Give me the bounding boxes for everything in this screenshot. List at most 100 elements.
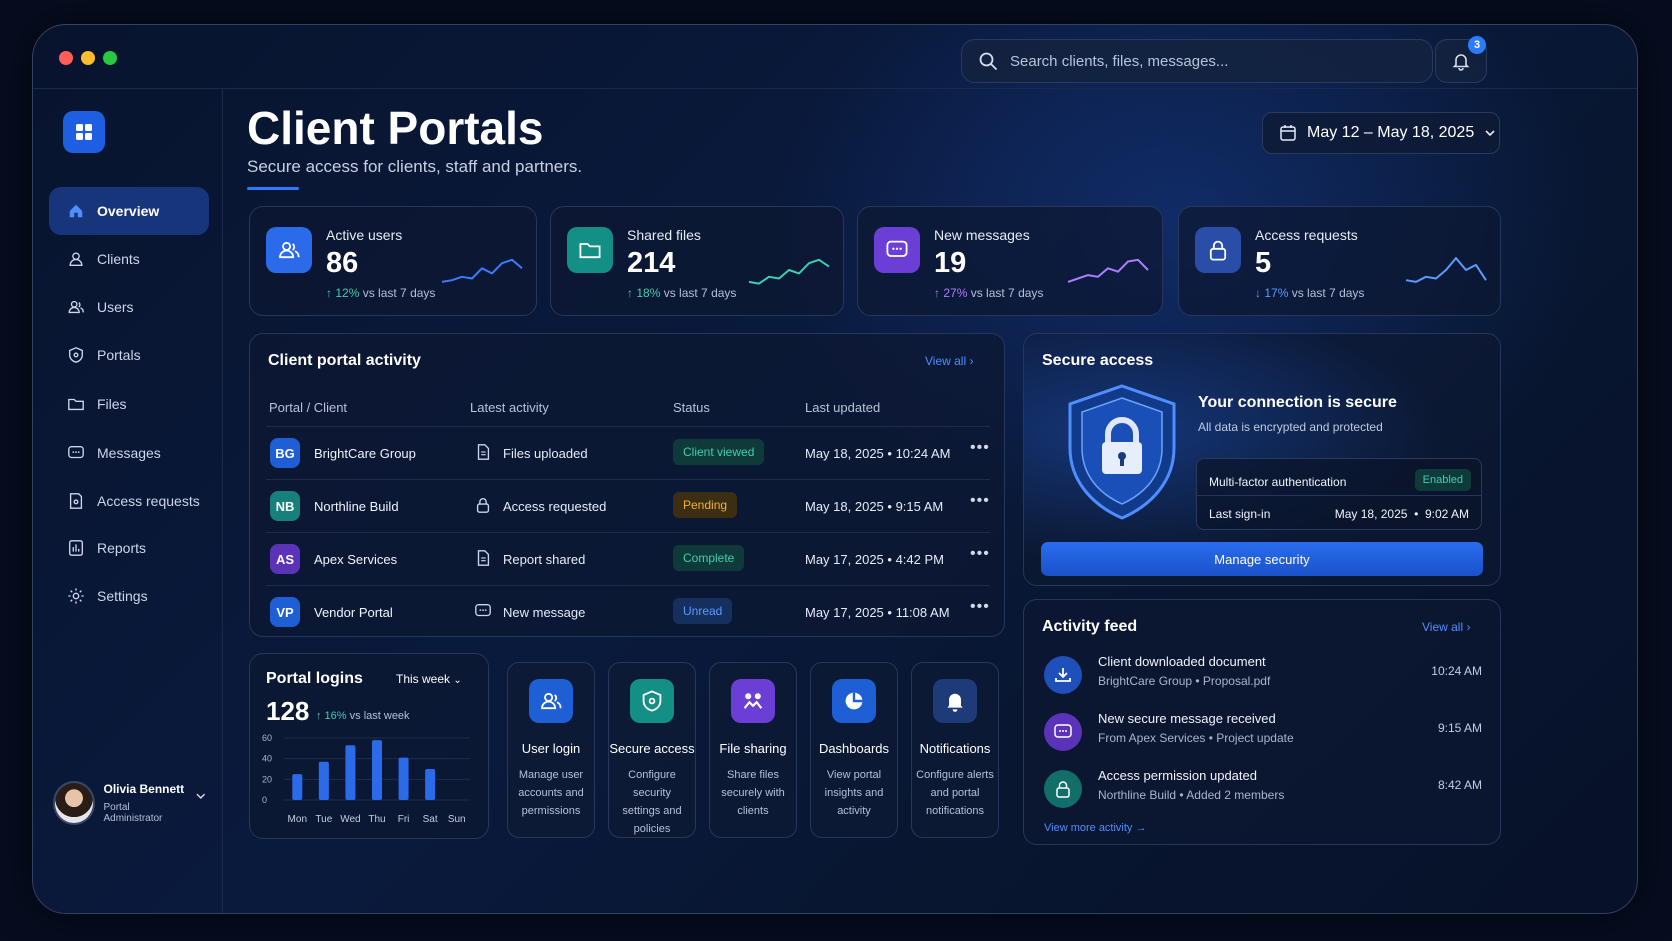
client-name[interactable]: Vendor Portal xyxy=(314,605,393,620)
sidebar-item-portals[interactable]: Portals xyxy=(49,331,209,379)
calendar-icon xyxy=(1280,125,1296,141)
logins-delta: ↑ 16% vs last week xyxy=(316,710,410,722)
feed-item[interactable]: Client downloaded document BrightCare Gr… xyxy=(1042,652,1482,708)
notifications-button[interactable]: 3 xyxy=(1435,36,1487,83)
date-range-picker[interactable]: May 12 – May 18, 2025 xyxy=(1262,112,1500,154)
stat-card-access-requests[interactable]: Access requests 5 ↓ 17% vs last 7 days xyxy=(1178,206,1501,316)
latest-activity: New message xyxy=(503,605,586,620)
avatar xyxy=(53,781,96,825)
table-row[interactable]: VP Vendor Portal New message Unread May … xyxy=(266,585,990,638)
date-range-label: May 12 – May 18, 2025 xyxy=(1307,124,1475,141)
last-updated: May 17, 2025 • 11:08 AM xyxy=(805,605,950,620)
file-icon xyxy=(477,444,490,460)
more-options-icon[interactable]: ••• xyxy=(970,545,990,563)
last-signin-label: Last sign-in xyxy=(1209,507,1271,521)
feed-icon-circle xyxy=(1044,713,1082,751)
message-icon xyxy=(886,240,908,257)
status-badge: Complete xyxy=(673,545,745,571)
feature-icon-box xyxy=(731,679,775,723)
feed-view-all-link[interactable]: View all › xyxy=(1422,620,1470,634)
manage-security-button[interactable]: Manage security xyxy=(1041,542,1483,576)
feature-tile-user-login[interactable]: User login Manage user accounts and perm… xyxy=(507,662,595,838)
stat-card-new-messages[interactable]: New messages 19 ↑ 27% vs last 7 days xyxy=(857,206,1163,316)
activity-feed-card: Activity feed View all › Client download… xyxy=(1023,599,1501,845)
sidebar-item-label: Portals xyxy=(97,347,141,363)
table-row[interactable]: NB Northline Build Access requested Pend… xyxy=(266,479,990,532)
client-name[interactable]: Apex Services xyxy=(314,552,397,567)
feature-icon-box xyxy=(933,679,977,723)
stat-icon-box xyxy=(266,227,312,273)
feature-tile-notifications[interactable]: Notifications Configure alerts and porta… xyxy=(911,662,999,838)
feed-item[interactable]: Access permission updated Northline Buil… xyxy=(1042,766,1482,822)
more-options-icon[interactable]: ••• xyxy=(970,492,990,510)
sidebar: Overview Clients Users Portals Files Messages… xyxy=(33,89,223,913)
client-avatar: BG xyxy=(270,438,300,468)
maximize-window-button[interactable] xyxy=(103,51,117,65)
lock-icon xyxy=(474,496,492,519)
feature-title: Notifications xyxy=(919,741,991,756)
feature-tile-secure-access[interactable]: Secure access Configure security setting… xyxy=(608,662,696,838)
minimize-window-button[interactable] xyxy=(81,51,95,65)
sidebar-item-users[interactable]: Users xyxy=(49,283,209,331)
bar-wed xyxy=(345,745,356,800)
sidebar-item-settings[interactable]: Settings xyxy=(49,572,209,620)
logins-total: 128 xyxy=(266,696,310,726)
feature-title: Dashboards xyxy=(818,741,890,756)
folder-icon xyxy=(68,398,84,411)
secure-access-title: Secure access xyxy=(1042,352,1154,369)
sidebar-item-files[interactable]: Files xyxy=(49,380,209,428)
secure-access-card: Secure access Your connection is secure … xyxy=(1023,333,1501,586)
feature-icon-box xyxy=(832,679,876,723)
more-options-icon[interactable]: ••• xyxy=(970,598,990,616)
sidebar-item-reports[interactable]: Reports xyxy=(49,524,209,572)
stat-label: Access requests xyxy=(1255,227,1358,243)
stat-label: Active users xyxy=(326,227,403,243)
secure-description: All data is encrypted and protected xyxy=(1198,420,1383,434)
sidebar-item-access-requests[interactable]: Access requests xyxy=(49,477,209,525)
activity-view-all-link[interactable]: View all › xyxy=(925,354,973,368)
user-profile[interactable]: Olivia Bennett Portal Administrator xyxy=(53,781,207,825)
message-icon xyxy=(474,602,492,625)
feed-icon-circle xyxy=(1044,656,1082,694)
view-more-activity-link[interactable]: View more activity → xyxy=(1044,822,1147,834)
grid-icon xyxy=(76,124,92,140)
feature-tile-dashboards[interactable]: Dashboards View portal insights and acti… xyxy=(810,662,898,838)
table-row[interactable]: BG BrightCare Group Files uploaded Clien… xyxy=(266,426,990,479)
table-row[interactable]: AS Apex Services Report shared Complete … xyxy=(266,532,990,585)
search-input[interactable] xyxy=(1010,52,1390,70)
last-signin-value: May 18, 2025 • 9:02 AM xyxy=(1334,507,1469,521)
feed-item[interactable]: New secure message received From Apex Se… xyxy=(1042,709,1482,765)
divider xyxy=(1197,495,1481,496)
stat-card-shared-files[interactable]: Shared files 214 ↑ 18% vs last 7 days xyxy=(550,206,844,316)
sidebar-item-overview[interactable]: Overview xyxy=(49,187,209,235)
feed-item-title: Client downloaded document xyxy=(1098,654,1266,669)
chevron-down-icon[interactable] xyxy=(195,790,207,802)
sidebar-item-label: Messages xyxy=(97,445,161,461)
sidebar-item-messages[interactable]: Messages xyxy=(49,429,209,477)
feed-item-time: 9:15 AM xyxy=(1437,721,1482,735)
user-name: Olivia Bennett xyxy=(103,782,185,796)
sidebar-item-clients[interactable]: Clients xyxy=(49,235,209,283)
logins-period-select[interactable]: This week ⌄ xyxy=(396,672,462,686)
page-title: Client Portals xyxy=(247,102,544,154)
bell-icon xyxy=(947,693,963,712)
client-name[interactable]: BrightCare Group xyxy=(314,446,416,461)
latest-activity: Files uploaded xyxy=(503,446,588,461)
bar-mon xyxy=(292,774,303,800)
sidebar-item-label: Overview xyxy=(97,203,160,219)
feature-tile-file-sharing[interactable]: File sharing Share files securely with c… xyxy=(709,662,797,838)
secure-headline: Your connection is secure xyxy=(1198,394,1397,411)
client-name[interactable]: Northline Build xyxy=(314,499,399,514)
app-logo[interactable] xyxy=(63,111,105,153)
client-portal-activity-card: Client portal activity View all › Portal… xyxy=(249,333,1005,637)
column-header-portal: Portal / Client xyxy=(269,400,348,415)
search-box[interactable] xyxy=(961,39,1433,83)
feature-description: Manage user accounts and permissions xyxy=(518,769,584,817)
more-options-icon[interactable]: ••• xyxy=(970,439,990,457)
x-tick-label: Mon xyxy=(288,814,307,825)
close-window-button[interactable] xyxy=(59,51,73,65)
stat-card-active-users[interactable]: Active users 86 ↑ 12% vs last 7 days xyxy=(249,206,537,316)
sparkline xyxy=(1405,257,1487,283)
status-badge: Client viewed xyxy=(673,439,765,465)
latest-activity: Report shared xyxy=(503,552,586,567)
